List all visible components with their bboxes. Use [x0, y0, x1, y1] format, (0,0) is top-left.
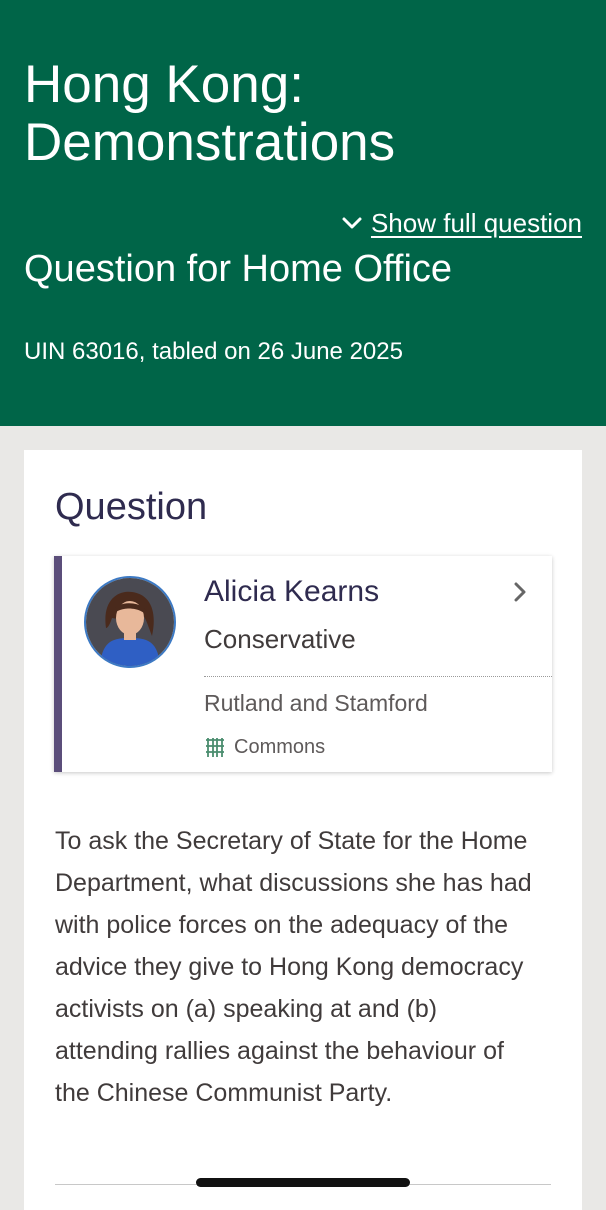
member-constituency: Rutland and Stamford: [204, 690, 428, 716]
member-card[interactable]: Alicia Kearns Conservative Rutland and S…: [54, 556, 552, 772]
member-house-label: Commons: [234, 736, 326, 758]
question-for-department: Question for Home Office: [24, 248, 453, 290]
member-avatar: [84, 576, 176, 668]
question-heading: Question: [55, 486, 208, 528]
uin-tabled-date: UIN 63016, tabled on 26 June 2025: [24, 338, 403, 365]
member-card-divider: [204, 676, 552, 677]
page-title: Hong Kong: Demonstrations: [24, 55, 396, 172]
page-header: Hong Kong: Demonstrations Show full ques…: [0, 0, 606, 426]
member-name: Alicia Kearns: [204, 575, 380, 608]
show-full-question-link[interactable]: Show full question: [341, 206, 582, 240]
home-indicator[interactable]: [196, 1178, 410, 1187]
question-card: Question Alicia Kearns Conservative Rutl…: [24, 450, 582, 1210]
member-party: Conservative: [204, 624, 356, 654]
chevron-down-icon: [342, 217, 362, 229]
show-full-question-label: Show full question: [370, 208, 582, 238]
portcullis-icon: [206, 738, 224, 757]
question-text: To ask the Secretary of State for the Ho…: [55, 827, 532, 1107]
chevron-right-icon: [514, 582, 526, 602]
member-house: Commons: [204, 734, 325, 760]
